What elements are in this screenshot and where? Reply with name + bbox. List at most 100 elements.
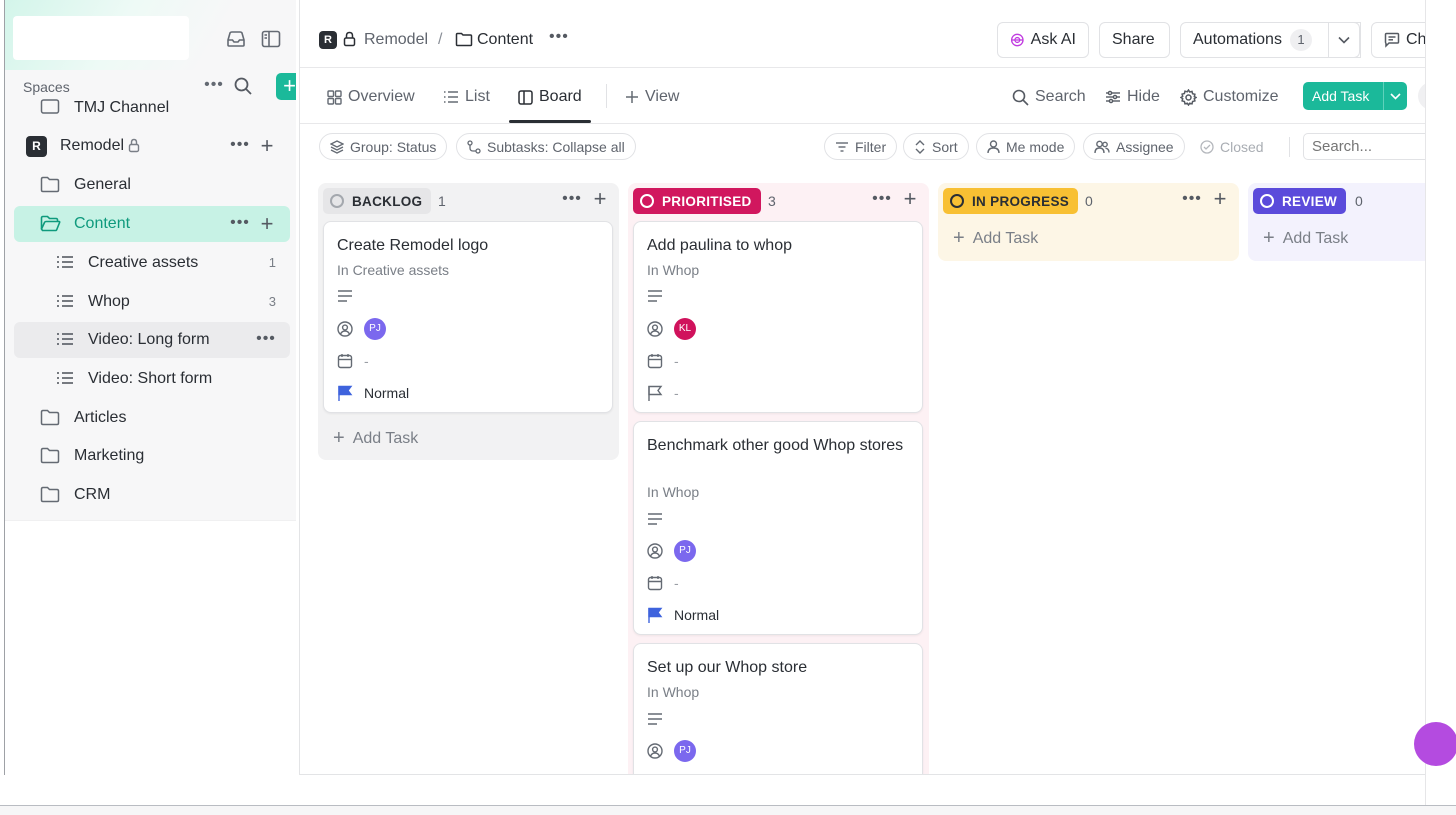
due-date[interactable]: - (674, 353, 679, 369)
status-badge[interactable]: REVIEW (1253, 188, 1347, 214)
workspace-logo[interactable] (13, 16, 189, 60)
sort-button[interactable]: Sort (903, 133, 969, 160)
closed-toggle[interactable]: Closed (1190, 133, 1274, 160)
customize-label: Customize (1203, 88, 1279, 105)
chevron-down-icon[interactable] (1383, 82, 1407, 110)
assignee-icon (647, 743, 665, 761)
column-count: 1 (438, 193, 446, 209)
list-icon (56, 293, 76, 311)
page-title[interactable]: Content (477, 31, 533, 49)
sidebar-item-video-long-form[interactable]: Video: Long form ••• (14, 322, 290, 358)
filter-button[interactable]: Filter (824, 133, 898, 160)
status-badge[interactable]: IN PROGRESS (943, 188, 1079, 214)
priority-label[interactable]: Normal (674, 607, 719, 623)
task-list-location: In Whop (647, 684, 700, 700)
due-date[interactable]: - (674, 575, 679, 591)
assignee-button[interactable]: Assignee (1083, 133, 1185, 160)
tab-overview[interactable]: Overview (327, 86, 415, 108)
chat-button[interactable]: Chat (1371, 22, 1425, 58)
sidebar-item-general[interactable]: General (14, 167, 290, 203)
board-search-input[interactable] (1303, 133, 1425, 160)
sidebar-item-tmj-channel[interactable]: TMJ Channel (14, 90, 290, 126)
add-task-button[interactable]: Add Task (1303, 82, 1407, 110)
task-card[interactable]: Add paulina to whop In Whop KL - - (633, 221, 923, 413)
folder-icon (40, 99, 60, 117)
ai-icon (1010, 33, 1024, 47)
add-task-inline[interactable]: + Add Task (953, 227, 1038, 250)
search-button[interactable]: Search (1012, 86, 1086, 108)
more-icon[interactable]: ••• (1181, 190, 1203, 208)
avatar[interactable]: PJ (674, 540, 696, 562)
flag-icon (337, 385, 355, 403)
sidebar-item-creative-assets[interactable]: Creative assets 1 (14, 245, 290, 281)
ask-ai-button[interactable]: Ask AI (997, 22, 1089, 58)
active-tab-indicator (509, 120, 591, 123)
avatar[interactable]: PJ (674, 740, 696, 762)
task-title[interactable]: Create Remodel logo (337, 234, 597, 257)
hide-button[interactable]: Hide (1105, 86, 1160, 108)
folder-icon (40, 486, 60, 504)
subtasks-button[interactable]: Subtasks: Collapse all (456, 133, 636, 160)
sidebar-item-crm[interactable]: CRM (14, 477, 290, 513)
chat-bubble-button[interactable] (1414, 722, 1456, 766)
sidebar-item-content[interactable]: Content ••• + (14, 206, 290, 242)
hide-label: Hide (1127, 88, 1160, 105)
me-mode-label: Me mode (1006, 138, 1065, 155)
status-badge[interactable]: PRIORITISED (633, 188, 761, 214)
share-button[interactable]: Share (1099, 22, 1170, 58)
me-mode-button[interactable]: Me mode (976, 133, 1076, 160)
tab-board[interactable]: Board (518, 86, 582, 108)
inbox-icon[interactable] (225, 28, 247, 50)
add-icon[interactable]: + (256, 133, 278, 159)
sidebar-item-label: Creative assets (88, 254, 199, 271)
sidebar-toggle-icon[interactable] (260, 28, 282, 50)
add-icon[interactable]: + (1209, 186, 1231, 212)
description-icon (337, 289, 355, 307)
task-card[interactable]: Benchmark other good Whop stores In Whop… (633, 421, 923, 635)
task-title[interactable]: Add paulina to whop (647, 234, 907, 257)
more-icon[interactable]: ••• (230, 136, 250, 154)
due-date[interactable]: - (364, 353, 369, 369)
tab-list[interactable]: List (443, 86, 490, 108)
priority-label[interactable]: Normal (364, 385, 409, 401)
breadcrumb-space[interactable]: Remodel (364, 31, 428, 49)
more-icon[interactable]: ••• (561, 190, 583, 208)
description-icon (647, 712, 665, 730)
add-icon[interactable]: + (256, 211, 278, 237)
priority-label[interactable]: - (674, 385, 679, 401)
sidebar-item-whop[interactable]: Whop 3 (14, 284, 290, 320)
sidebar-item-video-short-form[interactable]: Video: Short form (14, 361, 290, 397)
header: R Remodel / Content ••• Ask AI Share Aut… (300, 12, 1425, 68)
sidebar-item-label: Content (74, 215, 131, 232)
task-card[interactable]: Set up our Whop store In Whop PJ (633, 643, 923, 774)
add-task-inline[interactable]: + Add Task (333, 427, 418, 450)
sidebar-item-remodel[interactable]: R Remodel ••• + (14, 128, 290, 164)
chevron-down-icon (1338, 36, 1350, 44)
sidebar-item-label: Video: Long form (88, 331, 210, 348)
automations-count: 1 (1289, 29, 1312, 51)
layers-icon (330, 139, 344, 154)
sidebar-item-label: Whop (88, 293, 130, 310)
sidebar-item-marketing[interactable]: Marketing (14, 438, 290, 474)
more-icon[interactable]: ••• (871, 190, 893, 208)
add-view-button[interactable]: View (625, 86, 679, 108)
automations-dropdown[interactable] (1328, 22, 1360, 58)
folder-icon (40, 176, 60, 194)
group-by-button[interactable]: Group: Status (319, 133, 448, 160)
space-avatar[interactable]: R (319, 31, 337, 49)
sidebar-item-articles[interactable]: Articles (14, 400, 290, 436)
task-card[interactable]: Create Remodel logo In Creative assets P… (323, 221, 613, 413)
more-icon[interactable]: ••• (549, 28, 569, 46)
add-task-inline[interactable]: + Add Task (1263, 227, 1348, 250)
more-icon[interactable]: ••• (230, 214, 250, 232)
customize-button[interactable]: Customize (1180, 86, 1279, 108)
more-icon[interactable]: ••• (256, 330, 276, 348)
status-badge[interactable]: BACKLOG (323, 188, 432, 214)
add-icon[interactable]: + (899, 186, 921, 212)
avatar[interactable]: KL (674, 318, 696, 340)
task-title[interactable]: Benchmark other good Whop stores (647, 434, 907, 457)
avatar[interactable] (1418, 82, 1425, 110)
add-icon[interactable]: + (589, 186, 611, 212)
task-title[interactable]: Set up our Whop store (647, 656, 907, 679)
avatar[interactable]: PJ (364, 318, 386, 340)
